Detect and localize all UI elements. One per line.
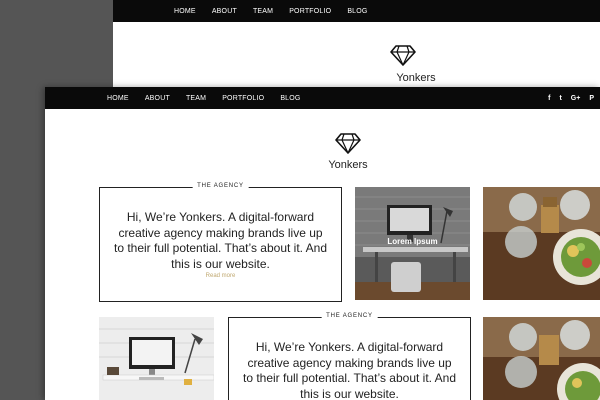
tile-caption: Lorem Ipsum xyxy=(387,237,438,246)
agency-intro-card: THE AGENCY Hi, We’re Yonkers. A digital-… xyxy=(99,183,342,302)
social-links: f t G+ P xyxy=(539,87,594,109)
nav-blog[interactable]: BLOG xyxy=(347,8,367,15)
agency-intro-card-2: THE AGENCY Hi, We’re Yonkers. A digital-… xyxy=(228,313,471,400)
nav-portfolio[interactable]: PORTFOLIO xyxy=(289,8,331,15)
nav-about[interactable]: ABOUT xyxy=(212,8,237,15)
top-navigation: HOME ABOUT TEAM PORTFOLIO BLOG f t G+ P xyxy=(45,87,600,109)
portfolio-tile-workspace[interactable]: Lorem Ipsum xyxy=(355,187,470,300)
portfolio-tile-workspace-2[interactable] xyxy=(99,317,214,400)
nav-about[interactable]: ABOUT xyxy=(145,95,170,102)
site-name[interactable]: Yonkers xyxy=(396,72,435,84)
agency-tag: THE AGENCY xyxy=(192,183,249,189)
agency-tag: THE AGENCY xyxy=(321,313,378,319)
nav-team[interactable]: TEAM xyxy=(253,8,273,15)
diamond-icon[interactable] xyxy=(390,44,416,71)
nav-team[interactable]: TEAM xyxy=(186,95,206,102)
pinterest-icon[interactable]: P xyxy=(589,95,594,102)
facebook-icon[interactable]: f xyxy=(548,95,550,102)
nav-home[interactable]: HOME xyxy=(174,8,196,15)
diamond-icon[interactable] xyxy=(335,132,361,159)
site-name[interactable]: Yonkers xyxy=(328,159,367,171)
nav-home[interactable]: HOME xyxy=(107,95,129,102)
agency-headline: Hi, We’re Yonkers. A digital-forward cre… xyxy=(113,210,328,271)
read-more-link[interactable]: Read more xyxy=(100,273,341,279)
portfolio-tile-food-2[interactable] xyxy=(483,317,600,400)
agency-headline: Hi, We’re Yonkers. A digital-forward cre… xyxy=(242,340,457,400)
portfolio-tile-food[interactable] xyxy=(483,187,600,300)
twitter-icon[interactable]: t xyxy=(559,95,561,102)
google-plus-icon[interactable]: G+ xyxy=(571,95,581,102)
foreground-page-window: HOME ABOUT TEAM PORTFOLIO BLOG f t G+ P … xyxy=(45,87,600,400)
nav-blog[interactable]: BLOG xyxy=(280,95,300,102)
nav-portfolio[interactable]: PORTFOLIO xyxy=(222,95,264,102)
top-navigation-back: HOME ABOUT TEAM PORTFOLIO BLOG xyxy=(113,0,600,22)
